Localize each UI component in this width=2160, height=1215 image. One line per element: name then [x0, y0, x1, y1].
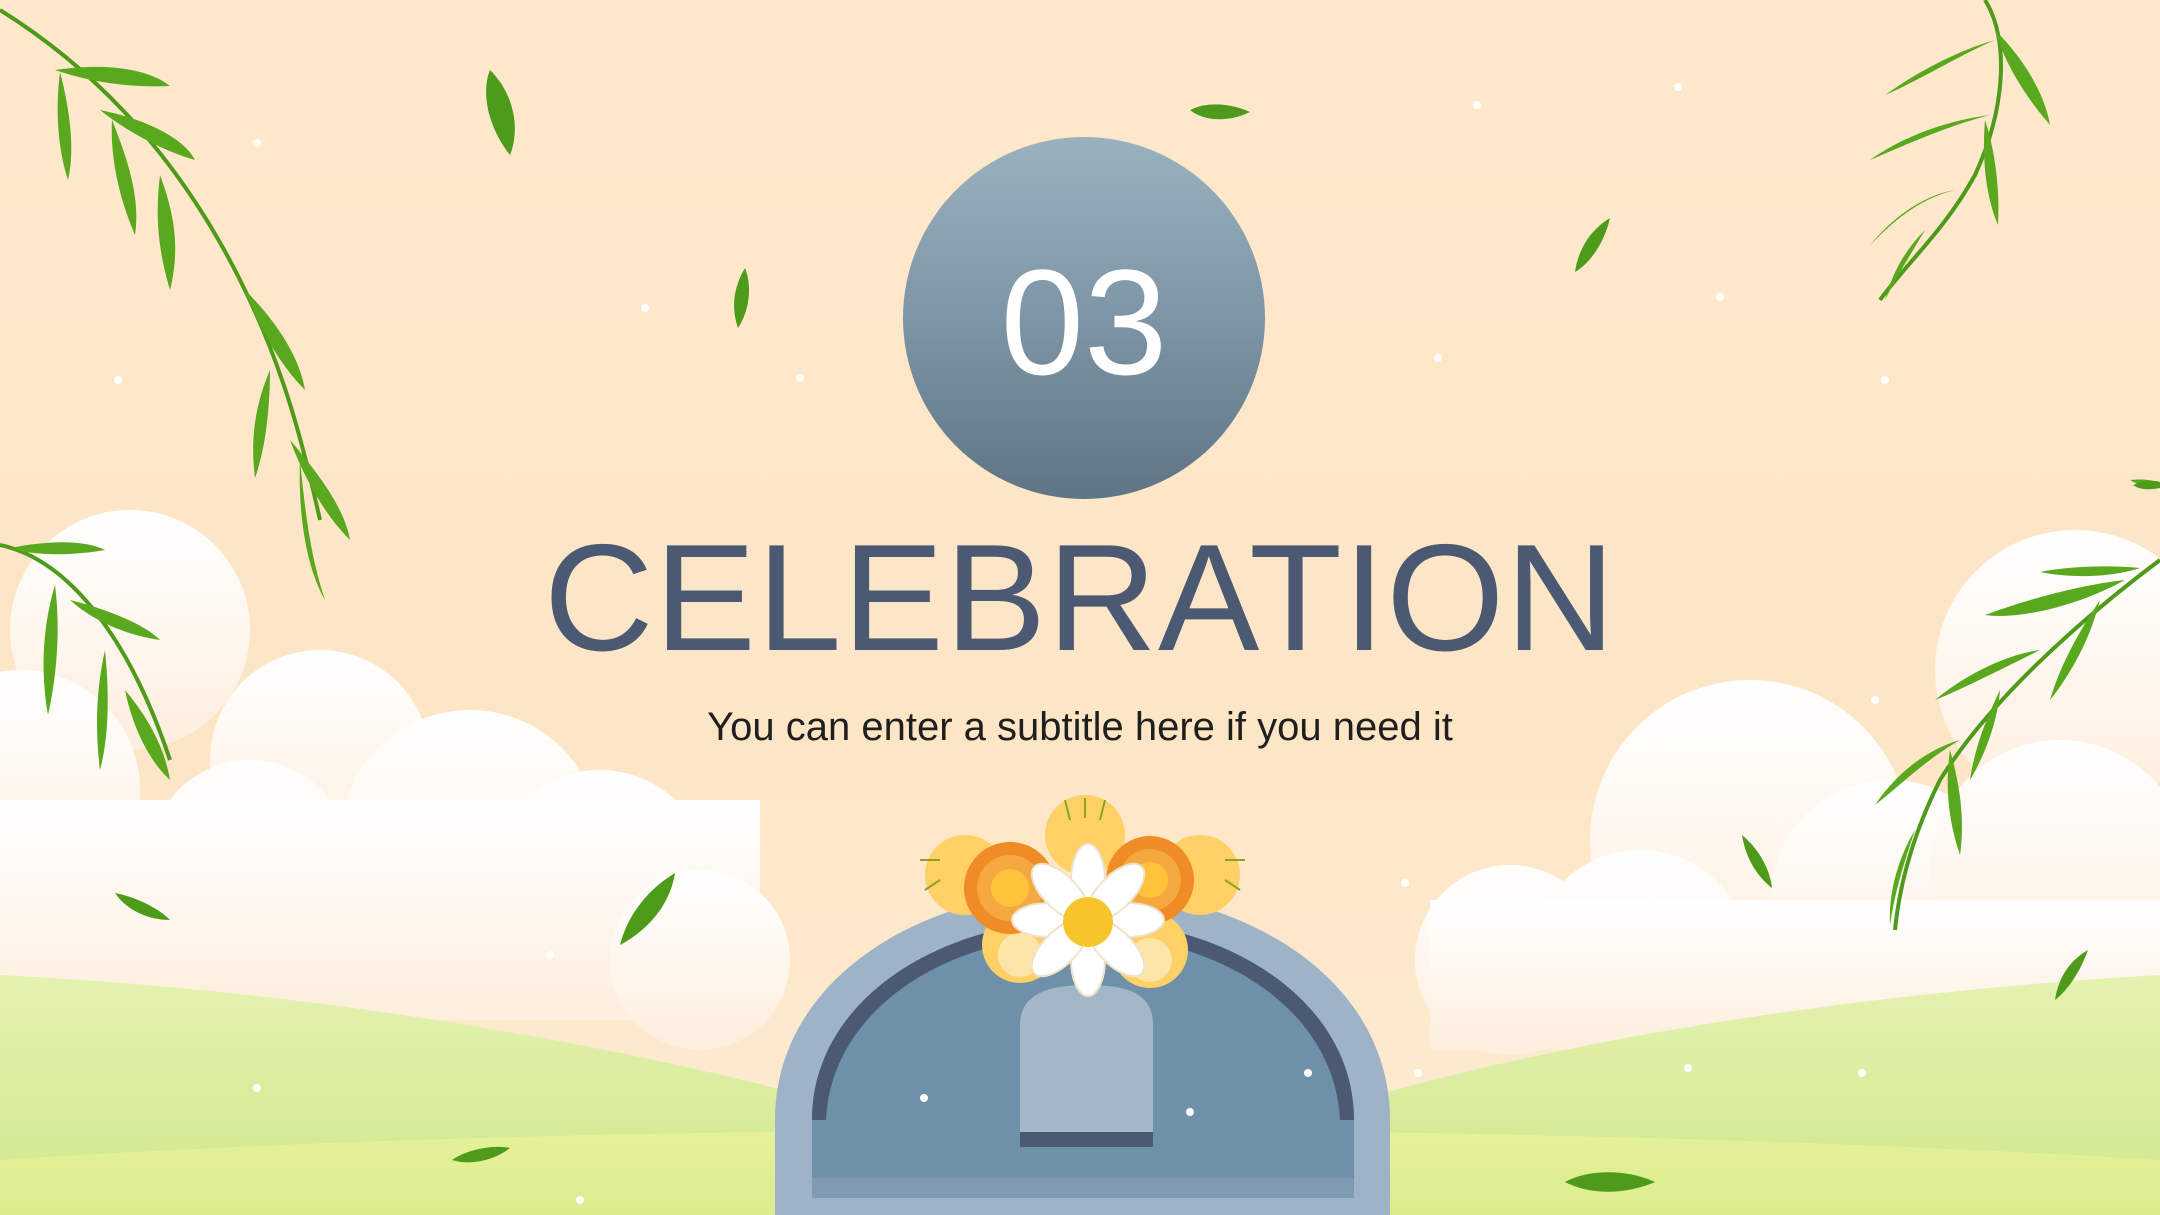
slide-title: CELEBRATION [543, 513, 1617, 683]
slide: 03 CELEBRATION You can enter a subtitle … [0, 0, 2160, 1215]
section-number: 03 [1000, 238, 1168, 406]
willow-branch-icon [1870, 0, 2050, 302]
slide-subtitle: You can enter a subtitle here if you nee… [707, 705, 1453, 749]
willow-branch-icon [0, 8, 350, 600]
section-number-badge: 03 [903, 137, 1265, 499]
